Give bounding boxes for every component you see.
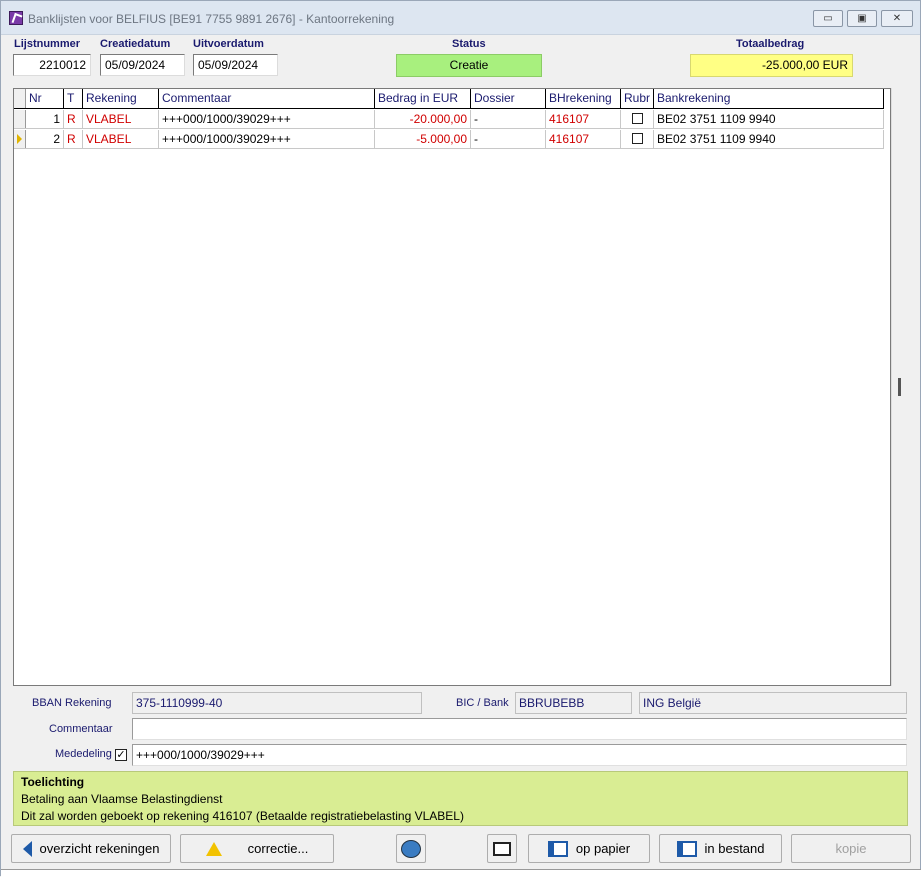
close-button[interactable]: ✕ [881,10,913,27]
col-header-rekening[interactable]: Rekening [83,89,159,108]
export-file-icon [676,840,697,857]
totaalbedrag-value: -25.000,00 EUR [690,54,853,77]
bban-label: BBAN Rekening [32,697,112,709]
bic-label: BIC / Bank [456,697,509,709]
col-header-bedrag[interactable]: Bedrag in EUR [375,89,471,108]
mededeling-checkbox[interactable]: ✓ [115,749,127,761]
cell-bhrekening: 416107 [546,110,621,128]
grid-header-indicator [14,89,26,108]
op-papier-label: op papier [575,841,631,856]
status-label: Status [452,38,486,50]
print-button[interactable] [487,834,517,863]
cell-commentaar: +++000/1000/39029+++ [159,130,375,148]
cell-bankrekening: BE02 3751 1109 9940 [654,130,884,148]
cell-nr: 2 [26,130,64,148]
correctie-label: correctie... [247,841,309,856]
creatiedatum-label: Creatiedatum [100,38,171,50]
bban-field[interactable]: 375-1110999-40 [132,692,422,714]
cell-rekening: VLABEL [83,130,159,148]
uitvoerdatum-label: Uitvoerdatum [193,38,264,50]
toelichting-panel: Toelichting Betaling aan Vlaamse Belasti… [13,771,908,826]
uitvoerdatum-field[interactable]: 05/09/2024 [193,54,278,76]
creatiedatum-field[interactable]: 05/09/2024 [100,54,185,76]
cell-bhrekening: 416107 [546,130,621,148]
title-bar: Banklijsten voor BELFIUS [BE91 7755 9891… [1,1,920,35]
toelichting-title: Toelichting [21,775,85,789]
cell-bedrag: -20.000,00 [375,110,471,128]
cell-t: R [64,130,83,148]
cell-rubr [621,110,654,128]
rubr-checkbox[interactable] [631,113,643,125]
current-row-arrow-icon [17,134,22,144]
export-icon [547,840,568,857]
cell-t: R [64,110,83,128]
correctie-button[interactable]: correctie... [180,834,334,863]
toelichting-line-1: Betaling aan Vlaamse Belastingdienst [21,792,223,806]
row-indicator [14,110,26,128]
table-row[interactable]: 1 R VLABEL +++000/1000/39029+++ -20.000,… [14,110,884,129]
kopie-label: kopie [835,841,867,856]
cell-bedrag: -5.000,00 [375,130,471,148]
status-badge: Creatie [396,54,542,77]
scrollbar-thumb[interactable] [898,378,901,396]
commentaar-field[interactable] [132,718,907,740]
left-arrow-icon [22,840,32,857]
rubr-checkbox[interactable] [631,133,643,145]
cell-dossier: - [471,130,546,148]
col-header-t[interactable]: T [64,89,83,108]
bank-name-field[interactable]: ING België [639,692,907,714]
window-title: Banklijsten voor BELFIUS [BE91 7755 9891… [28,12,395,26]
grid-header: Nr T Rekening Commentaar Bedrag in EUR D… [14,89,884,109]
kopie-button[interactable]: kopie [791,834,911,863]
globe-icon [401,839,421,858]
cell-commentaar: +++000/1000/39029+++ [159,110,375,128]
mededeling-field[interactable]: +++000/1000/39029+++ [132,744,907,766]
toelichting-line-2: Dit zal worden geboekt op rekening 41610… [21,809,464,823]
in-bestand-button[interactable]: in bestand [659,834,782,863]
bic-field[interactable]: BBRUBEBB [515,692,632,714]
globe-button[interactable] [396,834,426,863]
col-header-bankrekening[interactable]: Bankrekening [654,89,884,108]
table-row[interactable]: 2 R VLABEL +++000/1000/39029+++ -5.000,0… [14,130,884,149]
col-header-commentaar[interactable]: Commentaar [159,89,375,108]
lijstnummer-label: Lijstnummer [14,38,81,50]
maximize-button[interactable]: ▣ [847,10,877,27]
cell-rubr [621,130,654,148]
overzicht-rekeningen-button[interactable]: overzicht rekeningen [11,834,171,863]
warning-icon [205,841,222,856]
row-indicator [14,130,26,148]
grid-scrollbar[interactable] [891,88,908,686]
cell-rekening: VLABEL [83,110,159,128]
col-header-nr[interactable]: Nr [26,89,64,108]
lijstnummer-field[interactable]: 2210012 [13,54,91,76]
op-papier-button[interactable]: op papier [528,834,650,863]
printer-icon [493,841,511,856]
app-window: Banklijsten voor BELFIUS [BE91 7755 9891… [0,0,921,877]
col-header-bhrekening[interactable]: BHrekening [546,89,621,108]
totaalbedrag-label: Totaalbedrag [736,38,805,50]
overzicht-rekeningen-label: overzicht rekeningen [39,841,160,856]
transactions-grid[interactable]: Nr T Rekening Commentaar Bedrag in EUR D… [13,88,891,686]
minimize-button[interactable]: ▭ [813,10,843,27]
cell-bankrekening: BE02 3751 1109 9940 [654,110,884,128]
in-bestand-label: in bestand [704,841,765,856]
app-icon [9,11,23,25]
col-header-dossier[interactable]: Dossier [471,89,546,108]
mededeling-label: Mededeling [55,748,112,760]
commentaar-label: Commentaar [49,723,113,735]
col-header-rubr[interactable]: Rubr [621,89,654,108]
cell-dossier: - [471,110,546,128]
cell-nr: 1 [26,110,64,128]
